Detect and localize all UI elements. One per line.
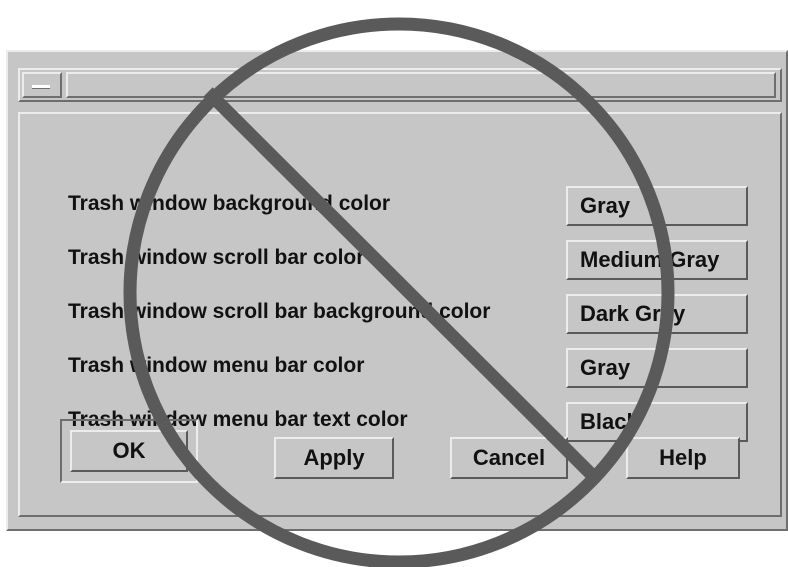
setting-label-scroll-bar-background-color: Trash window scroll bar background color (68, 300, 491, 323)
scroll-bar-background-color-value-button[interactable]: Dark Gray (566, 294, 748, 334)
background-color-value-button[interactable]: Gray (566, 186, 748, 226)
cancel-button[interactable]: Cancel (450, 437, 568, 479)
scroll-bar-color-value-button[interactable]: Medium Gray (566, 240, 748, 280)
setting-label-background-color: Trash window background color (68, 192, 391, 215)
window-title-bar (18, 68, 782, 102)
window-title[interactable] (66, 72, 776, 98)
window-menu-button[interactable] (22, 72, 62, 98)
menu-bar-color-value-button[interactable]: Gray (566, 348, 748, 388)
setting-label-scroll-bar-color: Trash window scroll bar color (68, 246, 365, 269)
help-button[interactable]: Help (626, 437, 740, 479)
color-settings-dialog: Trash window background color Gray Trash… (6, 50, 788, 531)
window-menu-dash-icon (32, 85, 50, 89)
menu-bar-text-color-value-button[interactable]: Black (566, 402, 748, 442)
setting-label-menu-bar-color: Trash window menu bar color (68, 354, 365, 377)
apply-button[interactable]: Apply (274, 437, 394, 479)
ok-button[interactable]: OK (70, 430, 188, 472)
